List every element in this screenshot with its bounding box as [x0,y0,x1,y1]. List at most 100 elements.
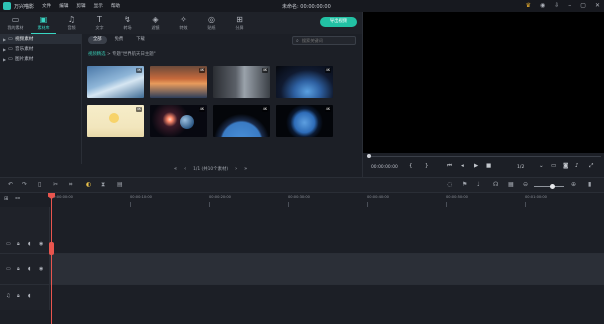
crop-icon[interactable]: ⌗ [69,181,72,189]
timeline-ruler[interactable]: ⊞ ⚯ 00:00:00:00 00:00:10:00 00:00:20:00 … [0,193,604,207]
stop-icon[interactable]: ■ [486,163,491,169]
render-icon[interactable]: ◌ [447,181,452,188]
menu-item-clip[interactable]: 剪辑 [76,3,85,9]
rewind-icon[interactable]: ◂ [461,163,464,169]
playhead[interactable] [51,193,52,324]
tab-text[interactable]: T 文字 [87,12,112,34]
cut-icon[interactable]: ✂ [53,181,58,188]
media-thumbnail[interactable]: 4K [213,66,270,98]
download-icon[interactable]: ⇩ [554,2,559,10]
breadcrumb-link[interactable]: 视频精选 [88,52,106,57]
chip-downloaded[interactable]: 下载 [131,36,150,44]
window-controls: ♛ ◉ ⇩ – ▢ ✕ [517,2,600,10]
tab-transition[interactable]: ↯ 转场 [115,12,140,34]
media-thumbnail[interactable]: 4K [276,66,333,98]
resolution-badge: 4K [198,107,205,112]
media-thumbnail[interactable]: 4K [150,105,207,137]
first-page-icon[interactable]: « [174,166,177,172]
lock-icon[interactable]: 🔒︎ [17,266,20,272]
subtitle-icon[interactable]: ▦ [508,181,514,188]
media-thumbnail[interactable]: 4K [213,105,270,137]
zoom-slider-track[interactable] [534,186,564,187]
tab-library[interactable]: ▣ 素材库 [31,12,56,34]
filter-chips: 全部 免费 下载 [88,36,153,44]
chip-free[interactable]: 免费 [110,36,129,44]
media-thumbnail[interactable]: 4K [150,66,207,98]
breadcrumb-current: 专题"世界航天日主题" [112,52,156,57]
fit-timeline-icon[interactable]: ▮ [588,181,591,188]
last-page-icon[interactable]: » [244,166,247,172]
ruler-label: 00:00:50:00 [446,195,468,199]
volume-icon[interactable]: ♪ [575,163,579,169]
audio-track-1: ♫ 🔒︎ ◖ [0,285,604,310]
media-tab-bar: ▭ 我的素材 ▣ 素材库 ♫ 音频 T 文字 ↯ 转场 ◈ 滤镜 ✧ 特效 ◎ 贴纸 ⊞ 分屏 [0,12,362,34]
minimize-icon[interactable]: – [568,2,571,10]
export-button[interactable]: 导出视频 [320,17,357,27]
menu-item-help[interactable]: 帮助 [111,3,120,9]
preview-progress-track[interactable] [367,156,601,157]
app-name: 万兴喵影 [14,3,35,10]
account-icon[interactable]: ◉ [540,2,545,10]
zoom-out-icon[interactable]: ⊖ [523,181,528,188]
chevron-down-icon[interactable]: ⌄ [539,163,544,169]
tree-item-music[interactable]: ▶ ▭ 音乐素材 [0,44,81,54]
marker-icon[interactable]: ⚑ [462,181,467,188]
menu-item-file[interactable]: 文件 [42,3,51,9]
track-lane[interactable] [50,285,604,310]
search-input[interactable] [301,38,350,43]
mute-icon[interactable]: ◖ [28,241,31,247]
menu-item-edit[interactable]: 编辑 [59,3,68,9]
resolution-badge: 4K [261,107,268,112]
zoom-slider-knob[interactable] [550,184,555,189]
next-page-icon[interactable]: › [235,166,237,172]
lock-icon[interactable]: 🔒︎ [17,293,20,299]
link-icon[interactable]: ⚯ [15,196,20,202]
color-icon[interactable]: ◐ [86,181,91,188]
tab-my-media[interactable]: ▭ 我的素材 [3,12,28,34]
mute-icon[interactable]: ◖ [28,266,31,272]
tab-filter[interactable]: ◈ 滤镜 [143,12,168,34]
redo-icon[interactable]: ↷ [22,181,27,188]
fullscreen-icon[interactable]: ⤢ [589,163,593,170]
tab-sticker[interactable]: ◎ 贴纸 [199,12,224,34]
track-lane[interactable] [50,254,604,284]
audio-icon[interactable]: ☊ [493,181,498,188]
speed-icon[interactable]: ⧗ [101,181,105,189]
eye-icon[interactable]: ◉ [39,266,43,272]
search-icon: ⌕ [296,37,299,44]
preview-quality[interactable]: 1/2 [517,165,524,170]
close-icon[interactable]: ✕ [595,2,600,10]
media-thumbnail[interactable]: 4K [87,66,144,98]
eye-icon[interactable]: ◉ [39,241,43,247]
tree-item-image[interactable]: ▶ ▭ 图片素材 [0,54,81,64]
zoom-in-icon[interactable]: ⊕ [571,181,576,188]
mark-out-icon[interactable]: } [425,163,429,169]
text-icon: T [97,15,102,24]
library-icon: ▣ [39,15,48,24]
media-thumbnail[interactable]: 4K [276,105,333,137]
play-icon[interactable]: ▶ [474,163,478,169]
undo-icon[interactable]: ↶ [8,181,13,188]
track-lane[interactable] [50,207,604,253]
delete-icon[interactable]: ▯ [38,181,41,188]
preview-progress-knob[interactable] [367,154,371,158]
menu-item-view[interactable]: 显示 [94,3,103,9]
lock-icon[interactable]: 🔒︎ [17,241,20,247]
mute-icon[interactable]: ◖ [28,293,31,299]
monitor-icon[interactable]: ▭ [551,163,556,169]
tab-effects[interactable]: ✧ 特效 [171,12,196,34]
maximize-icon[interactable]: ▢ [580,2,586,10]
step-back-icon[interactable]: ⏮ [447,163,452,170]
snapshot-icon[interactable]: ◙ [563,163,568,169]
crown-icon[interactable]: ♛ [526,2,531,10]
tab-split-screen[interactable]: ⊞ 分屏 [227,12,252,34]
mark-in-icon[interactable]: { [409,163,413,169]
chip-all[interactable]: 全部 [88,36,107,44]
prev-page-icon[interactable]: ‹ [184,166,186,172]
tab-audio[interactable]: ♫ 音频 [59,12,84,34]
audio-mix-icon[interactable]: ▤ [117,181,123,188]
add-track-icon[interactable]: ⊞ [4,196,9,202]
tree-item-video[interactable]: ▶ ▭ 视频素材 [0,34,81,44]
media-thumbnail[interactable]: 4K [87,105,144,137]
mic-icon[interactable]: ♩ [477,181,480,188]
